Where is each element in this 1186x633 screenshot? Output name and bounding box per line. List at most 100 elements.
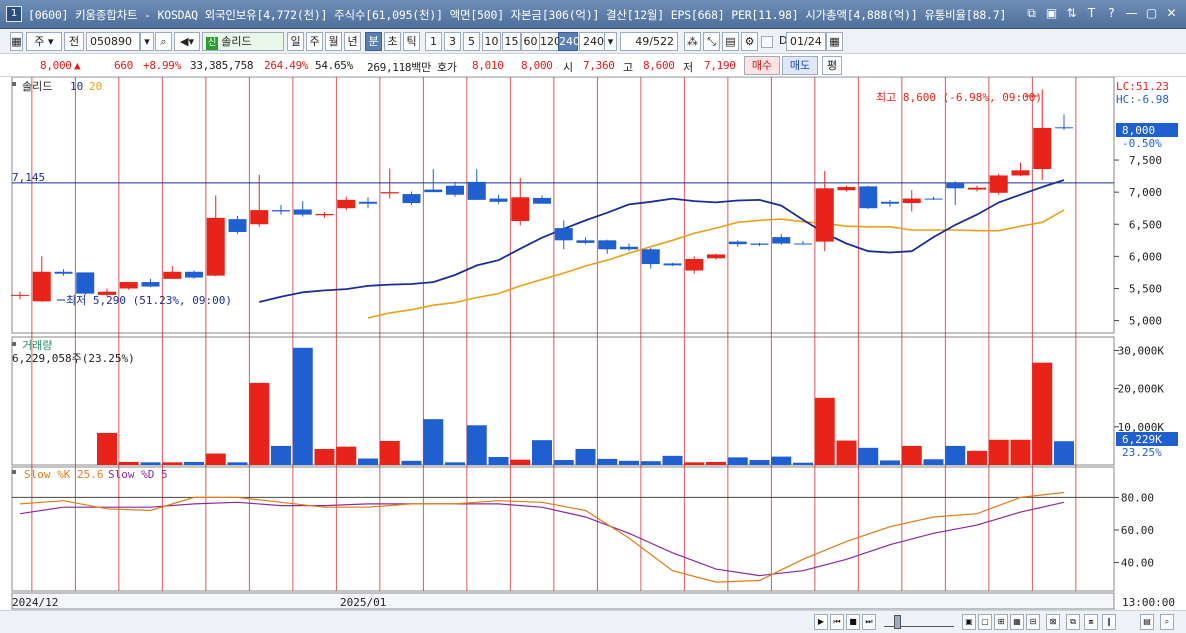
candle-body	[881, 201, 899, 204]
candle-body	[119, 282, 138, 289]
panel-handle-icon[interactable]	[12, 82, 16, 86]
price-tick-label: 7,000	[1129, 186, 1162, 199]
quote-bar: 8,000 ▲ 660 +8.99% 33,385,758 264.49% 54…	[0, 54, 1186, 77]
hoga-bid: 8,000	[521, 59, 553, 72]
minute-15[interactable]: 15	[502, 32, 521, 51]
volume-bar	[97, 432, 117, 465]
period-second[interactable]: 초	[384, 32, 401, 51]
help-icon[interactable]: ?	[1103, 6, 1120, 22]
print-icon[interactable]: ▤	[1140, 614, 1154, 630]
window-number[interactable]: 1	[6, 6, 22, 22]
candle-body	[163, 271, 182, 279]
minute-3[interactable]: 3	[444, 32, 461, 51]
text-icon[interactable]: T	[1083, 6, 1100, 22]
period-year[interactable]: 년	[344, 32, 361, 51]
expand-icon[interactable]: ⊠	[1046, 614, 1060, 630]
gear-icon[interactable]: ⚙	[741, 32, 758, 51]
prev-button[interactable]: 전	[64, 32, 84, 51]
flat-button[interactable]: 평	[822, 56, 842, 75]
first-page-icon[interactable]: ⏮	[830, 614, 844, 630]
bookmark-icon[interactable]: ⧈	[1084, 614, 1098, 630]
zoom-slider[interactable]	[884, 615, 954, 629]
speaker-icon[interactable]: ◀▾	[174, 32, 200, 51]
period-week[interactable]: 주	[306, 32, 323, 51]
candle-body	[76, 272, 95, 294]
copy-icon[interactable]: ⧉	[1066, 614, 1080, 630]
candle-body	[728, 241, 747, 245]
candle-body	[228, 219, 247, 232]
candle-body	[794, 243, 812, 245]
volume-bar	[162, 462, 183, 465]
stoch-k-legend: Slow %K 25.6	[24, 468, 103, 481]
candle-body	[772, 237, 791, 244]
volume-bar	[553, 460, 574, 465]
sort-icon[interactable]: ⇅	[1063, 6, 1080, 22]
tile-icon[interactable]: ▦	[1010, 614, 1024, 630]
volume-bar	[227, 462, 248, 465]
price-tick-label: 6,000	[1129, 250, 1162, 263]
minute-1[interactable]: 1	[425, 32, 442, 51]
volume-bar	[1010, 439, 1031, 465]
market-select[interactable]: 주 ▾	[26, 32, 62, 51]
hoga-ask: 8,010	[472, 59, 504, 72]
search-icon[interactable]: ⌕	[1160, 614, 1174, 630]
fit-icon[interactable]: ⊞	[994, 614, 1008, 630]
zoom-in-icon[interactable]: ▣	[962, 614, 976, 630]
indicator-icon[interactable]: ⁂	[684, 32, 701, 51]
pause-icon[interactable]: ‖	[1102, 614, 1116, 630]
candle-body	[337, 199, 356, 209]
open-price: 7,360	[583, 59, 615, 72]
candle-body	[32, 271, 51, 302]
candle-body	[11, 294, 29, 296]
volume-bar	[118, 461, 139, 465]
chevron-down-icon[interactable]: ▾	[604, 32, 617, 51]
split-icon[interactable]: ⊟	[1026, 614, 1040, 630]
volume-bar	[1054, 441, 1074, 465]
panel-handle-icon[interactable]	[12, 342, 16, 346]
volume-bar	[771, 456, 792, 465]
stock-code-input[interactable]: 050890	[86, 32, 140, 51]
search-icon[interactable]: ⌕	[155, 32, 172, 51]
candle-body	[185, 271, 203, 278]
minute-240[interactable]: 240	[558, 32, 580, 51]
close-icon[interactable]: ✕	[1163, 6, 1180, 22]
volume-bar	[336, 446, 357, 465]
maximize-icon[interactable]: ▢	[1143, 6, 1160, 22]
minute-10[interactable]: 10	[482, 32, 501, 51]
panel-handle-icon[interactable]	[12, 470, 16, 474]
count-field[interactable]: 49/522	[620, 32, 678, 51]
minute-120[interactable]: 120	[539, 32, 561, 51]
minute-5[interactable]: 5	[463, 32, 480, 51]
minute-input[interactable]: 240	[579, 32, 605, 51]
stock-name-field[interactable]: 신 솔리드	[202, 32, 284, 51]
buy-button[interactable]: 매수	[744, 56, 780, 75]
time-axis	[11, 592, 1115, 610]
candle-body	[489, 198, 508, 202]
calendar-icon[interactable]: ▦	[826, 32, 843, 51]
last-page-icon[interactable]: ⏭	[862, 614, 876, 630]
period-day[interactable]: 일	[287, 32, 304, 51]
candle-body	[380, 192, 399, 194]
hc-label: HC:-6.98	[1116, 93, 1169, 106]
restore-layout-icon[interactable]: ⧉	[1023, 6, 1040, 22]
date-checkbox[interactable]	[761, 36, 773, 48]
minute-60[interactable]: 60	[521, 32, 540, 51]
period-minute[interactable]: 분	[365, 32, 382, 51]
current-price: 8,000	[40, 59, 72, 72]
zoom-out-icon[interactable]: ▢	[978, 614, 992, 630]
layout-icon[interactable]: ▦	[10, 32, 23, 51]
period-month[interactable]: 월	[325, 32, 342, 51]
volume-bar	[423, 419, 444, 465]
stop-icon[interactable]: ■	[846, 614, 860, 630]
chevron-down-icon[interactable]: ▾	[140, 32, 154, 51]
crosshair-icon[interactable]: ⤡	[703, 32, 720, 51]
period-tick[interactable]: 틱	[403, 32, 420, 51]
stock-chart[interactable]: 7,500 7,000 6,500 6,000 5,500 5,000 30,000K 20,…	[0, 77, 1186, 610]
volume-bar	[619, 460, 639, 465]
scroll-right-icon[interactable]: ▶	[814, 614, 828, 630]
minimize-icon[interactable]: —	[1123, 6, 1140, 22]
save-icon[interactable]: ▤	[722, 32, 739, 51]
date-input[interactable]: 01/24	[786, 32, 826, 51]
sell-button[interactable]: 매도	[782, 56, 818, 75]
grid-icon[interactable]: ▣	[1043, 6, 1060, 22]
